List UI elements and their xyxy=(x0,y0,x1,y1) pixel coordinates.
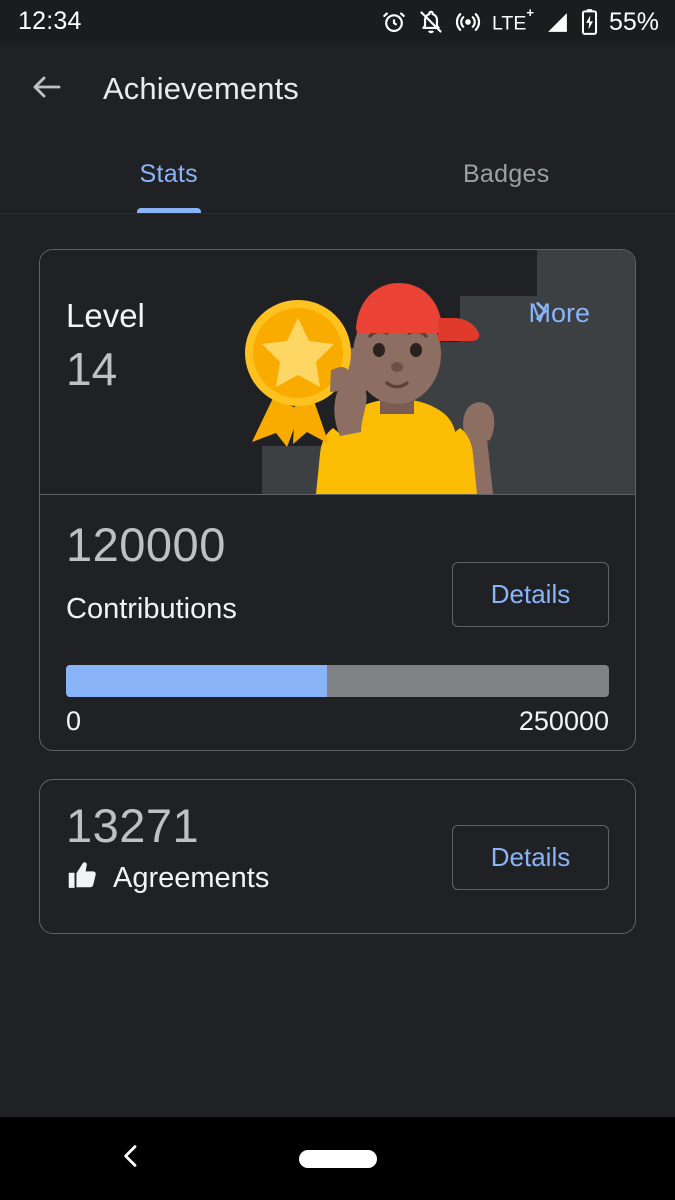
level-word: Level xyxy=(66,297,145,334)
level-card: Level 14 More 120000 Contributions Detai… xyxy=(39,249,636,751)
progress-min-label: 0 xyxy=(66,706,82,736)
tab-bar: Stats Badges xyxy=(0,135,675,214)
status-bar-clock: 12:34 xyxy=(18,7,82,35)
status-bar: 12:34 LTE+ 55% xyxy=(0,0,675,43)
contributions-details-button[interactable]: Details xyxy=(452,562,609,627)
network-type-label: LTE+ xyxy=(492,5,534,35)
home-indicator[interactable] xyxy=(298,1149,377,1168)
app-bar: Achievements xyxy=(0,43,675,135)
tab-badges[interactable]: Badges xyxy=(338,135,675,214)
progress-range-labels: 0 250000 xyxy=(66,706,609,737)
notifications-off-icon xyxy=(418,9,444,35)
battery-percent-label: 55% xyxy=(608,8,659,36)
progress-track xyxy=(66,665,609,697)
agreements-label: Agreements xyxy=(113,861,270,894)
battery-charging-icon xyxy=(581,8,598,35)
agreements-details-button[interactable]: Details xyxy=(452,825,609,890)
nav-back-button[interactable] xyxy=(115,1140,147,1177)
nav-bar-spacer xyxy=(0,1075,675,1117)
tab-stats[interactable]: Stats xyxy=(0,135,338,214)
level-text-block: Level 14 xyxy=(66,299,145,392)
progress-max-label: 250000 xyxy=(518,706,609,736)
back-arrow-icon xyxy=(29,69,65,110)
thumbs-up-icon xyxy=(66,859,99,897)
nav-back-icon xyxy=(115,1145,147,1176)
content-area: Level 14 More 120000 Contributions Detai… xyxy=(0,214,675,1075)
level-number: 14 xyxy=(66,343,118,395)
contributions-value: 120000 xyxy=(66,518,226,571)
progress-fill xyxy=(66,665,327,697)
contributions-section: 120000 Contributions Details 0 250000 xyxy=(40,495,635,750)
contributions-details-label: Details xyxy=(490,579,571,609)
page-title: Achievements xyxy=(103,71,299,106)
agreements-details-label: Details xyxy=(490,842,571,872)
level-hero: Level 14 More xyxy=(40,250,635,494)
agreements-card: 13271 Agreements Details xyxy=(39,779,636,934)
hotspot-icon xyxy=(455,9,481,35)
signal-icon xyxy=(545,10,570,35)
more-link[interactable]: More xyxy=(528,298,609,329)
tab-stats-label: Stats xyxy=(139,160,198,188)
status-bar-icons: LTE+ 55% xyxy=(381,5,659,36)
tab-badges-label: Badges xyxy=(462,160,550,188)
system-nav-bar xyxy=(0,1117,675,1200)
contributions-progress: 0 250000 xyxy=(66,665,609,737)
alarm-icon xyxy=(381,9,407,35)
back-button[interactable] xyxy=(19,61,75,117)
agreements-section: 13271 Agreements Details xyxy=(40,780,635,897)
phone-screen: 12:34 LTE+ 55% Achievements Stats Badges… xyxy=(0,0,675,1200)
